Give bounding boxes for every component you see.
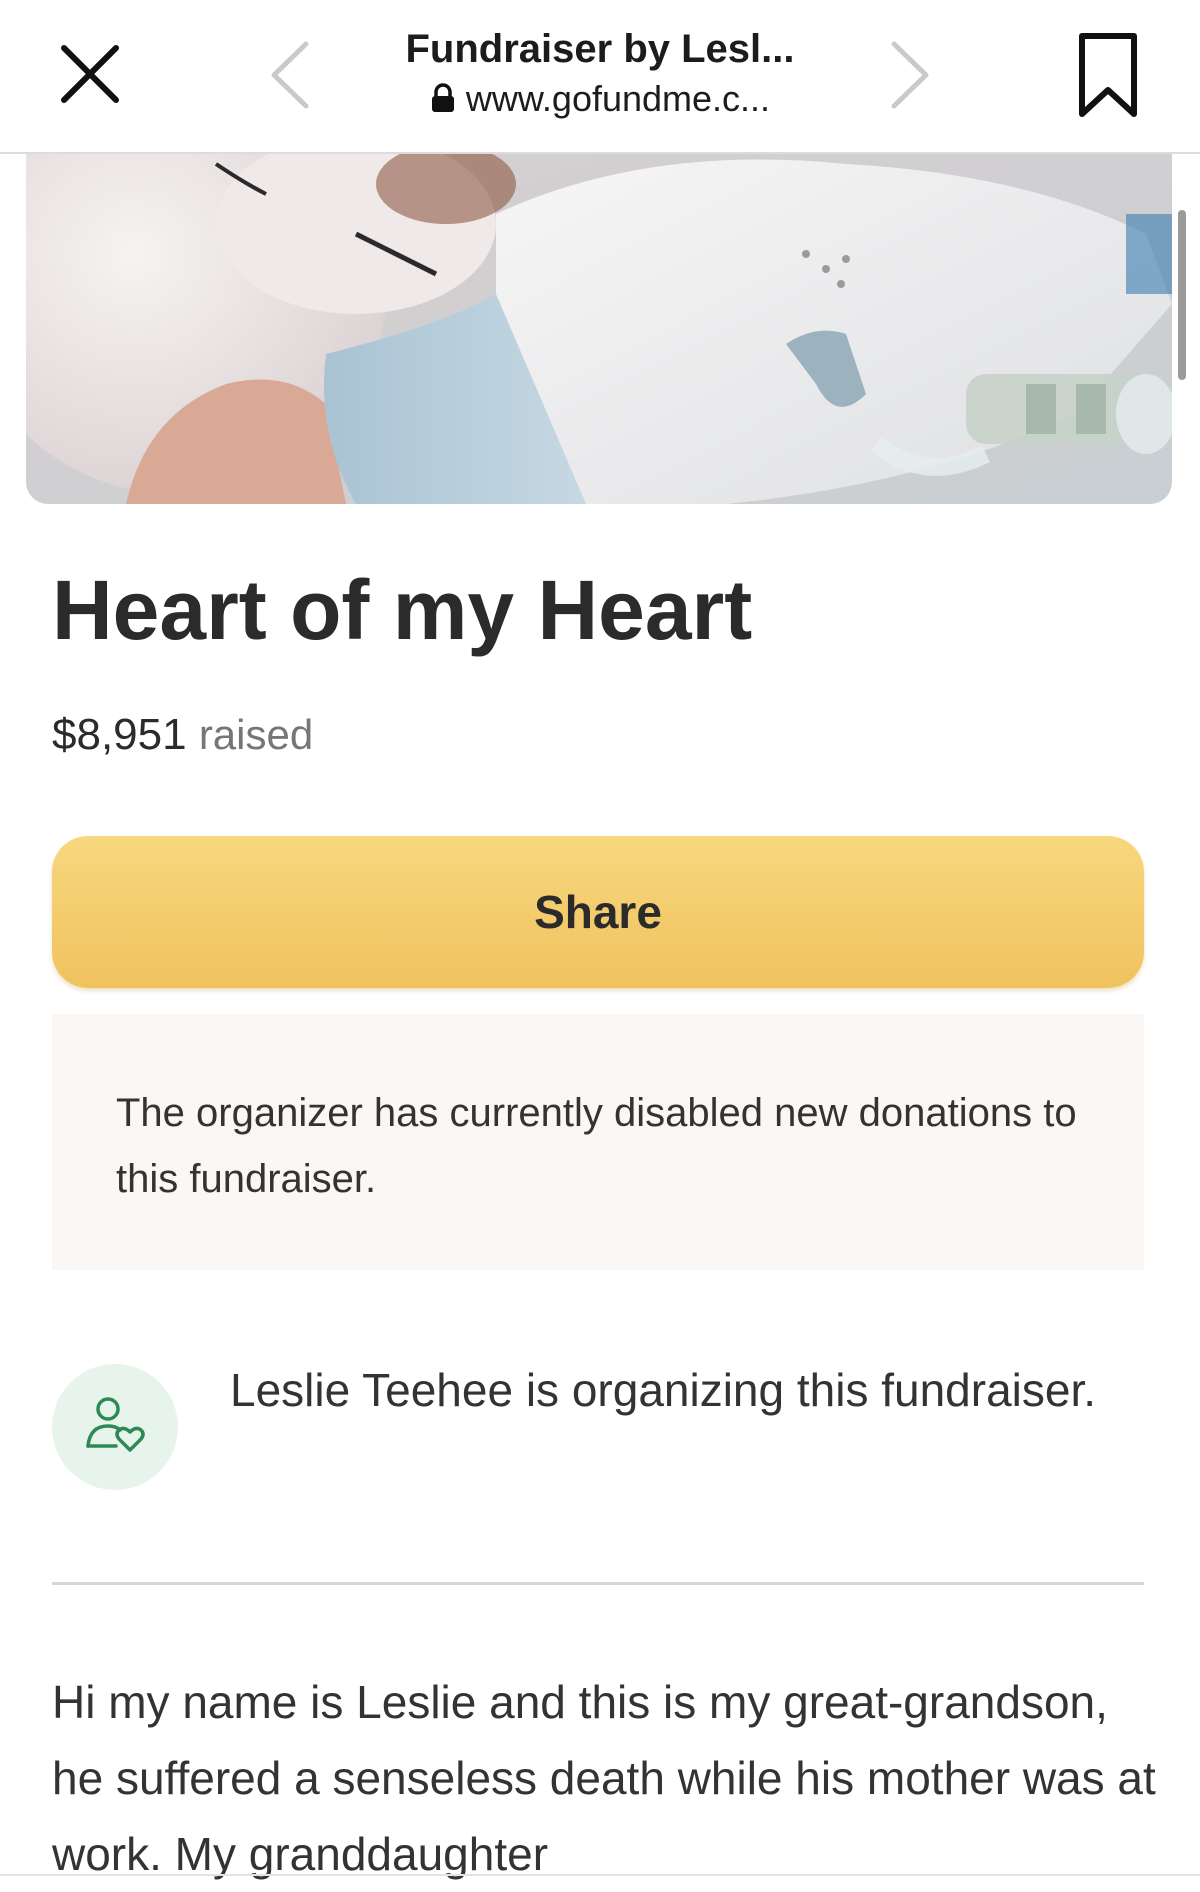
url-text: www.gofundme.c... xyxy=(465,78,771,119)
tab-title: Fundraiser by Lesl... xyxy=(405,27,795,71)
bookmark-icon[interactable] xyxy=(1076,30,1140,120)
bottom-edge xyxy=(0,1874,1200,1876)
share-button[interactable]: Share xyxy=(52,836,1144,988)
scrollbar[interactable] xyxy=(1178,210,1186,380)
lock-icon xyxy=(430,78,456,124)
page-info[interactable]: Fundraiser by Lesl... www.gofundme.c... xyxy=(330,22,870,132)
donations-disabled-notice: The organizer has currently disabled new… xyxy=(52,1014,1144,1270)
amount-raised: $8,951 raised xyxy=(52,708,313,762)
organizer-info: Leslie Teehee is organizing this fundrai… xyxy=(230,1364,1097,1416)
divider xyxy=(52,1582,1144,1585)
close-icon[interactable] xyxy=(52,36,128,112)
url-display: www.gofundme.c... xyxy=(330,76,870,124)
user-heart-icon xyxy=(52,1364,178,1490)
raised-label: raised xyxy=(198,711,314,758)
story-text: Hi my name is Leslie and this is my grea… xyxy=(52,1676,1156,1880)
raised-amount: $8,951 xyxy=(52,710,187,759)
chevron-right-icon[interactable] xyxy=(882,38,938,112)
fundraiser-title: Heart of my Heart xyxy=(52,563,753,657)
chevron-left-icon[interactable] xyxy=(262,38,318,112)
browser-toolbar: Fundraiser by Lesl... www.gofundme.c... xyxy=(0,0,1200,154)
fundraiser-photo xyxy=(26,154,1172,504)
